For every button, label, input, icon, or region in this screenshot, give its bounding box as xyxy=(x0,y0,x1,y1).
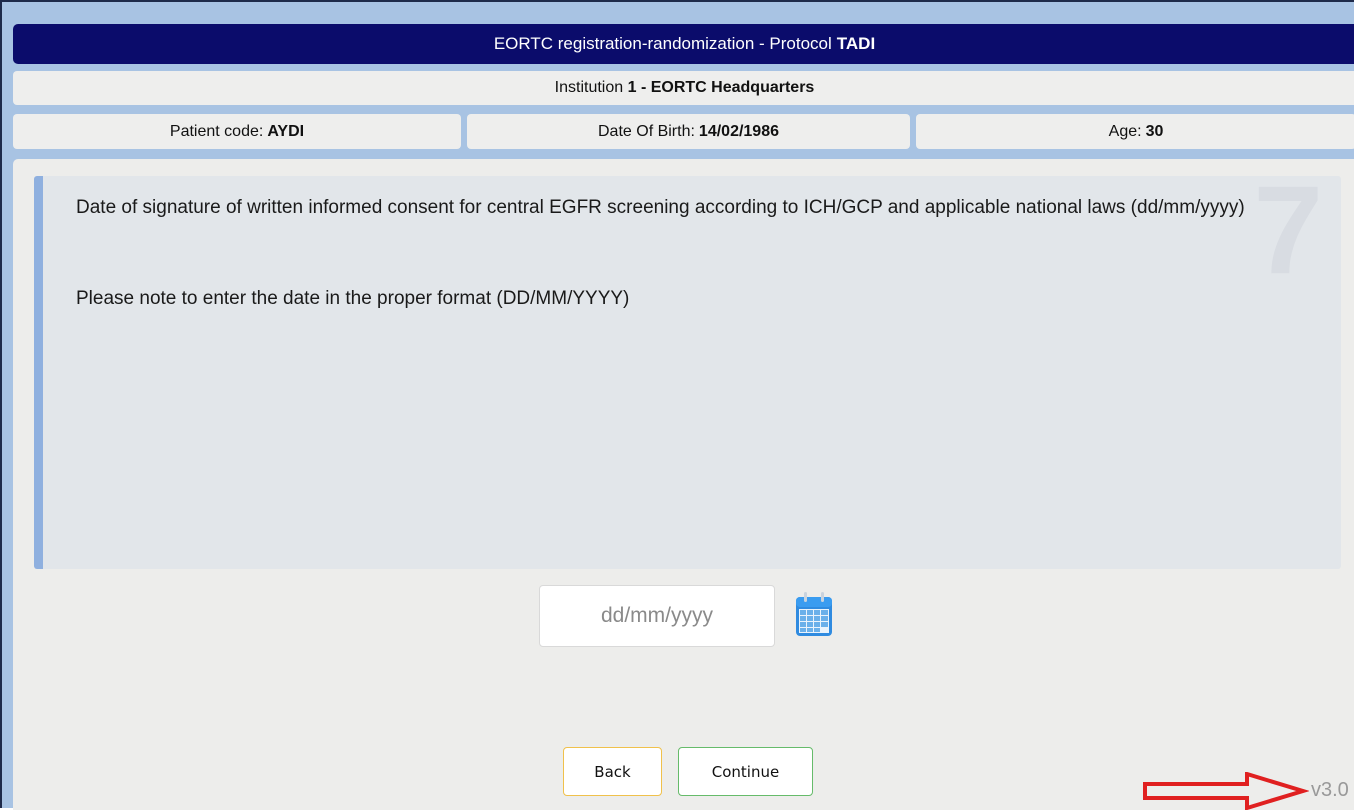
version-label: v3.0 xyxy=(1311,779,1349,801)
back-button[interactable]: Back xyxy=(563,747,662,796)
patient-code-value: AYDI xyxy=(267,122,305,140)
age-label: Age: xyxy=(1108,122,1142,140)
red-arrow-icon xyxy=(1143,772,1309,810)
institution-prefix: Institution xyxy=(554,79,624,96)
app-frame: EORTC registration-randomization - Proto… xyxy=(0,0,1354,810)
date-of-birth-label: Date Of Birth: xyxy=(598,122,695,140)
question-box: 7 Date of signature of written informed … xyxy=(34,168,1341,569)
calendar-icon[interactable] xyxy=(790,590,838,640)
main-panel: 7 Date of signature of written informed … xyxy=(13,159,1354,810)
age-cell: Age: 30 xyxy=(916,114,1354,149)
step-number: 7 xyxy=(1253,161,1323,300)
institution-name: 1 - EORTC Headquarters xyxy=(627,79,815,96)
date-of-birth-value: 14/02/1986 xyxy=(698,122,779,140)
question-text: Date of signature of written informed co… xyxy=(76,197,1245,218)
patient-code-cell: Patient code: AYDI xyxy=(13,114,461,149)
protocol-name: TADI xyxy=(836,34,876,53)
continue-button[interactable]: Continue xyxy=(678,747,813,796)
age-value: 30 xyxy=(1145,122,1164,140)
date-of-birth-cell: Date Of Birth: 14/02/1986 xyxy=(467,114,910,149)
title-prefix: EORTC registration-randomization - Proto… xyxy=(493,34,832,53)
title-bar: EORTC registration-randomization - Proto… xyxy=(13,24,1354,64)
patient-code-label: Patient code: xyxy=(169,122,264,140)
question-note: Please note to enter the date in the pro… xyxy=(76,288,630,309)
consent-date-input[interactable] xyxy=(539,585,775,647)
institution-bar: Institution 1 - EORTC Headquarters xyxy=(13,71,1354,105)
